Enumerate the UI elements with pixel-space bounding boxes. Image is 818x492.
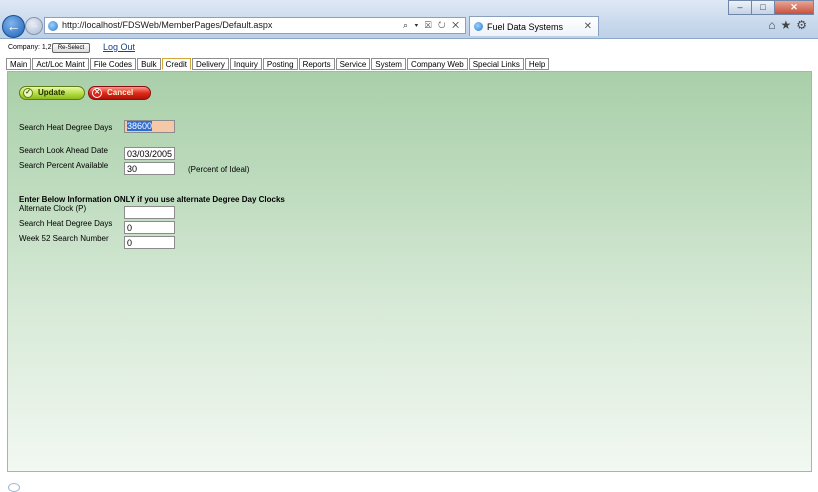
check-icon: ✓ [23, 88, 33, 98]
update-button[interactable]: ✓ Update [19, 86, 85, 100]
address-bar[interactable]: http://localhost/FDSWeb/MemberPages/Defa… [44, 17, 466, 34]
maximize-button[interactable]: □ [751, 0, 775, 15]
week52-label: Week 52 Search Number [19, 234, 109, 243]
alternate-clock-label: Alternate Clock (P) [19, 204, 87, 213]
menu-tab-company-web[interactable]: Company Web [406, 58, 468, 70]
tab-close-icon[interactable]: ✕ [584, 21, 592, 32]
percent-available-label: Search Percent Available [19, 161, 109, 170]
reselect-button[interactable]: Re-Select [52, 43, 90, 53]
menu-tab-service[interactable]: Service [335, 58, 371, 70]
tab-favicon-icon [474, 22, 483, 31]
browser-tab[interactable]: Fuel Data Systems ✕ [469, 16, 599, 36]
look-ahead-date-label: Search Look Ahead Date [19, 146, 108, 155]
menu-tab-main[interactable]: Main [6, 58, 32, 70]
heat-degree-days-label: Search Heat Degree Days [19, 123, 113, 132]
window-controls: – □ ✕ [728, 0, 814, 15]
menu-tab-reports[interactable]: Reports [298, 58, 335, 70]
menu-tab-special-links[interactable]: Special Links [468, 58, 524, 70]
alternate-section-title: Enter Below Information ONLY if you use … [19, 195, 285, 204]
alternate-clock-input[interactable] [124, 206, 175, 219]
menu-tab-delivery[interactable]: Delivery [191, 58, 229, 70]
back-button[interactable]: ← [2, 15, 25, 38]
percent-available-input[interactable] [124, 162, 175, 175]
forward-button[interactable]: → [25, 17, 43, 35]
heat-degree-days-input[interactable]: 38600 [124, 120, 175, 133]
update-label: Update [38, 88, 66, 97]
menu-tab-file-codes[interactable]: File Codes [89, 58, 137, 70]
menu-tab-inquiry[interactable]: Inquiry [229, 58, 262, 70]
menu-tab-posting[interactable]: Posting [262, 58, 298, 70]
cancel-button[interactable]: ✕ Cancel [88, 86, 151, 100]
look-ahead-date-input[interactable] [124, 147, 175, 160]
close-window-button[interactable]: ✕ [774, 0, 814, 15]
address-tools-icons[interactable]: ⌕ ▾ ☒ ↻ ✕ [403, 20, 461, 31]
browser-toolbar: – □ ✕ ← → http://localhost/FDSWeb/Member… [0, 0, 818, 39]
company-label: Company: 1,2,3 [8, 44, 58, 51]
home-favorites-tools-icons[interactable]: ⌂★⚙ [768, 18, 812, 32]
main-menu: Main Act/Loc Maint File Codes Bulk Credit Del… [6, 58, 550, 71]
alt-heat-degree-days-input[interactable] [124, 221, 175, 234]
menu-tab-help[interactable]: Help [524, 58, 550, 70]
status-bar-icon [8, 483, 20, 492]
menu-tab-act-loc-maint[interactable]: Act/Loc Maint [32, 58, 89, 70]
logout-link[interactable]: Log Out [103, 42, 135, 52]
minimize-button[interactable]: – [728, 0, 752, 15]
page-content: Company: 1,2,3 Re-Select Log Out Main Act… [0, 39, 818, 492]
week52-input[interactable] [124, 236, 175, 249]
menu-tab-credit[interactable]: Credit [161, 58, 191, 70]
cancel-label: Cancel [107, 88, 134, 97]
credit-panel: ✓ Update ✕ Cancel Search Heat Degree Day… [7, 71, 812, 472]
address-url: http://localhost/FDSWeb/MemberPages/Defa… [62, 20, 273, 30]
menu-tab-bulk[interactable]: Bulk [137, 58, 161, 70]
site-favicon-icon [48, 21, 58, 31]
alt-heat-degree-days-label: Search Heat Degree Days [19, 219, 113, 228]
cancel-x-icon: ✕ [92, 88, 102, 98]
percent-note: (Percent of Ideal) [188, 165, 250, 174]
tab-title: Fuel Data Systems [487, 22, 564, 32]
menu-tab-system[interactable]: System [371, 58, 406, 70]
